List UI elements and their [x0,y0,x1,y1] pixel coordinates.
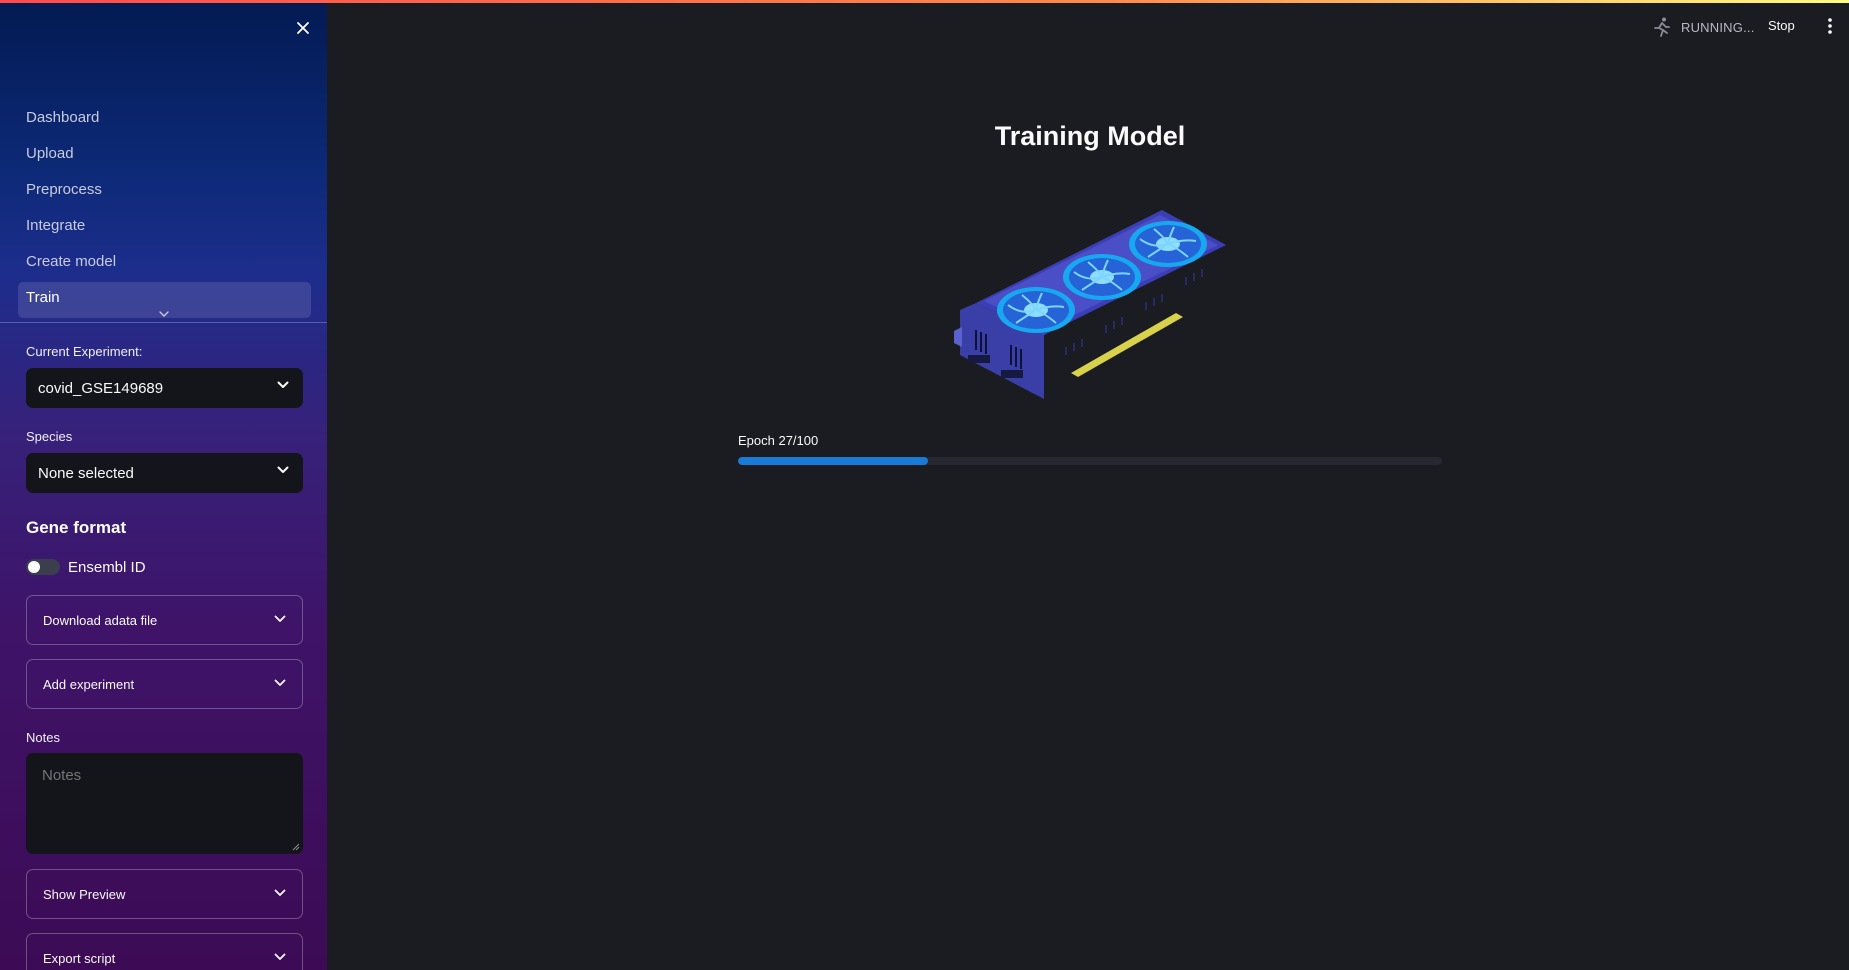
species-label: Species [26,429,73,444]
chevron-down-icon [274,889,286,896]
ensembl-id-toggle-row: Ensembl ID [26,557,146,577]
current-experiment-label: Current Experiment: [26,344,143,359]
toggle-knob [28,561,40,573]
export-script-expander[interactable]: Export script [26,933,303,970]
page-title: Training Model [994,121,1186,151]
status-text: RUNNING... [1681,19,1755,35]
close-sidebar-button[interactable] [292,17,314,39]
gene-format-title: Gene format [26,518,127,537]
running-icon [1654,17,1670,37]
show-preview-label: Show Preview [43,886,126,902]
current-experiment-value: covid_GSE149689 [38,379,164,397]
close-icon [297,22,309,34]
export-script-label: Export script [43,950,116,966]
chevron-down-icon [274,679,286,686]
show-preview-expander[interactable]: Show Preview [26,869,303,919]
notes-label: Notes [26,730,60,745]
sidebar: Dashboard Upload Preprocess Integrate Cr… [0,0,327,970]
chevron-down-icon [274,615,286,622]
gpu-card-image [954,210,1226,399]
nav-item-preprocess[interactable]: Preprocess [18,174,311,210]
nav-expand-button[interactable] [157,309,171,319]
nav-item-integrate[interactable]: Integrate [18,210,311,246]
download-adata-expander[interactable]: Download adata file [26,595,303,645]
stop-button[interactable]: Stop [1768,18,1795,33]
add-experiment-expander[interactable]: Add experiment [26,659,303,709]
current-experiment-select[interactable]: covid_GSE149689 [26,368,303,408]
chevron-down-icon [274,953,286,960]
running-status: RUNNING... [1651,16,1755,38]
species-select[interactable]: None selected [26,453,303,493]
nav-divider [0,322,327,323]
chevron-down-icon [277,466,289,473]
nav-item-create-model[interactable]: Create model [18,246,311,282]
nav-item-dashboard[interactable]: Dashboard [18,102,311,138]
resize-handle-icon[interactable] [292,843,300,851]
sidebar-nav: Dashboard Upload Preprocess Integrate Cr… [18,102,311,318]
progress-label: Epoch 27/100 [738,433,819,448]
ensembl-id-label: Ensembl ID [68,558,146,576]
more-vertical-icon [1828,18,1832,34]
chevron-down-icon [159,311,169,317]
species-value: None selected [38,464,134,482]
ensembl-id-toggle[interactable] [26,559,60,575]
download-adata-label: Download adata file [43,612,158,628]
main-menu-button[interactable] [1823,16,1837,36]
top-decoration-line [0,0,1849,3]
training-progress-bar [738,457,1442,465]
notes-textarea[interactable] [26,753,303,854]
add-experiment-label: Add experiment [43,676,135,692]
chevron-down-icon [277,381,289,388]
training-progress-fill [738,457,929,465]
nav-item-upload[interactable]: Upload [18,138,311,174]
